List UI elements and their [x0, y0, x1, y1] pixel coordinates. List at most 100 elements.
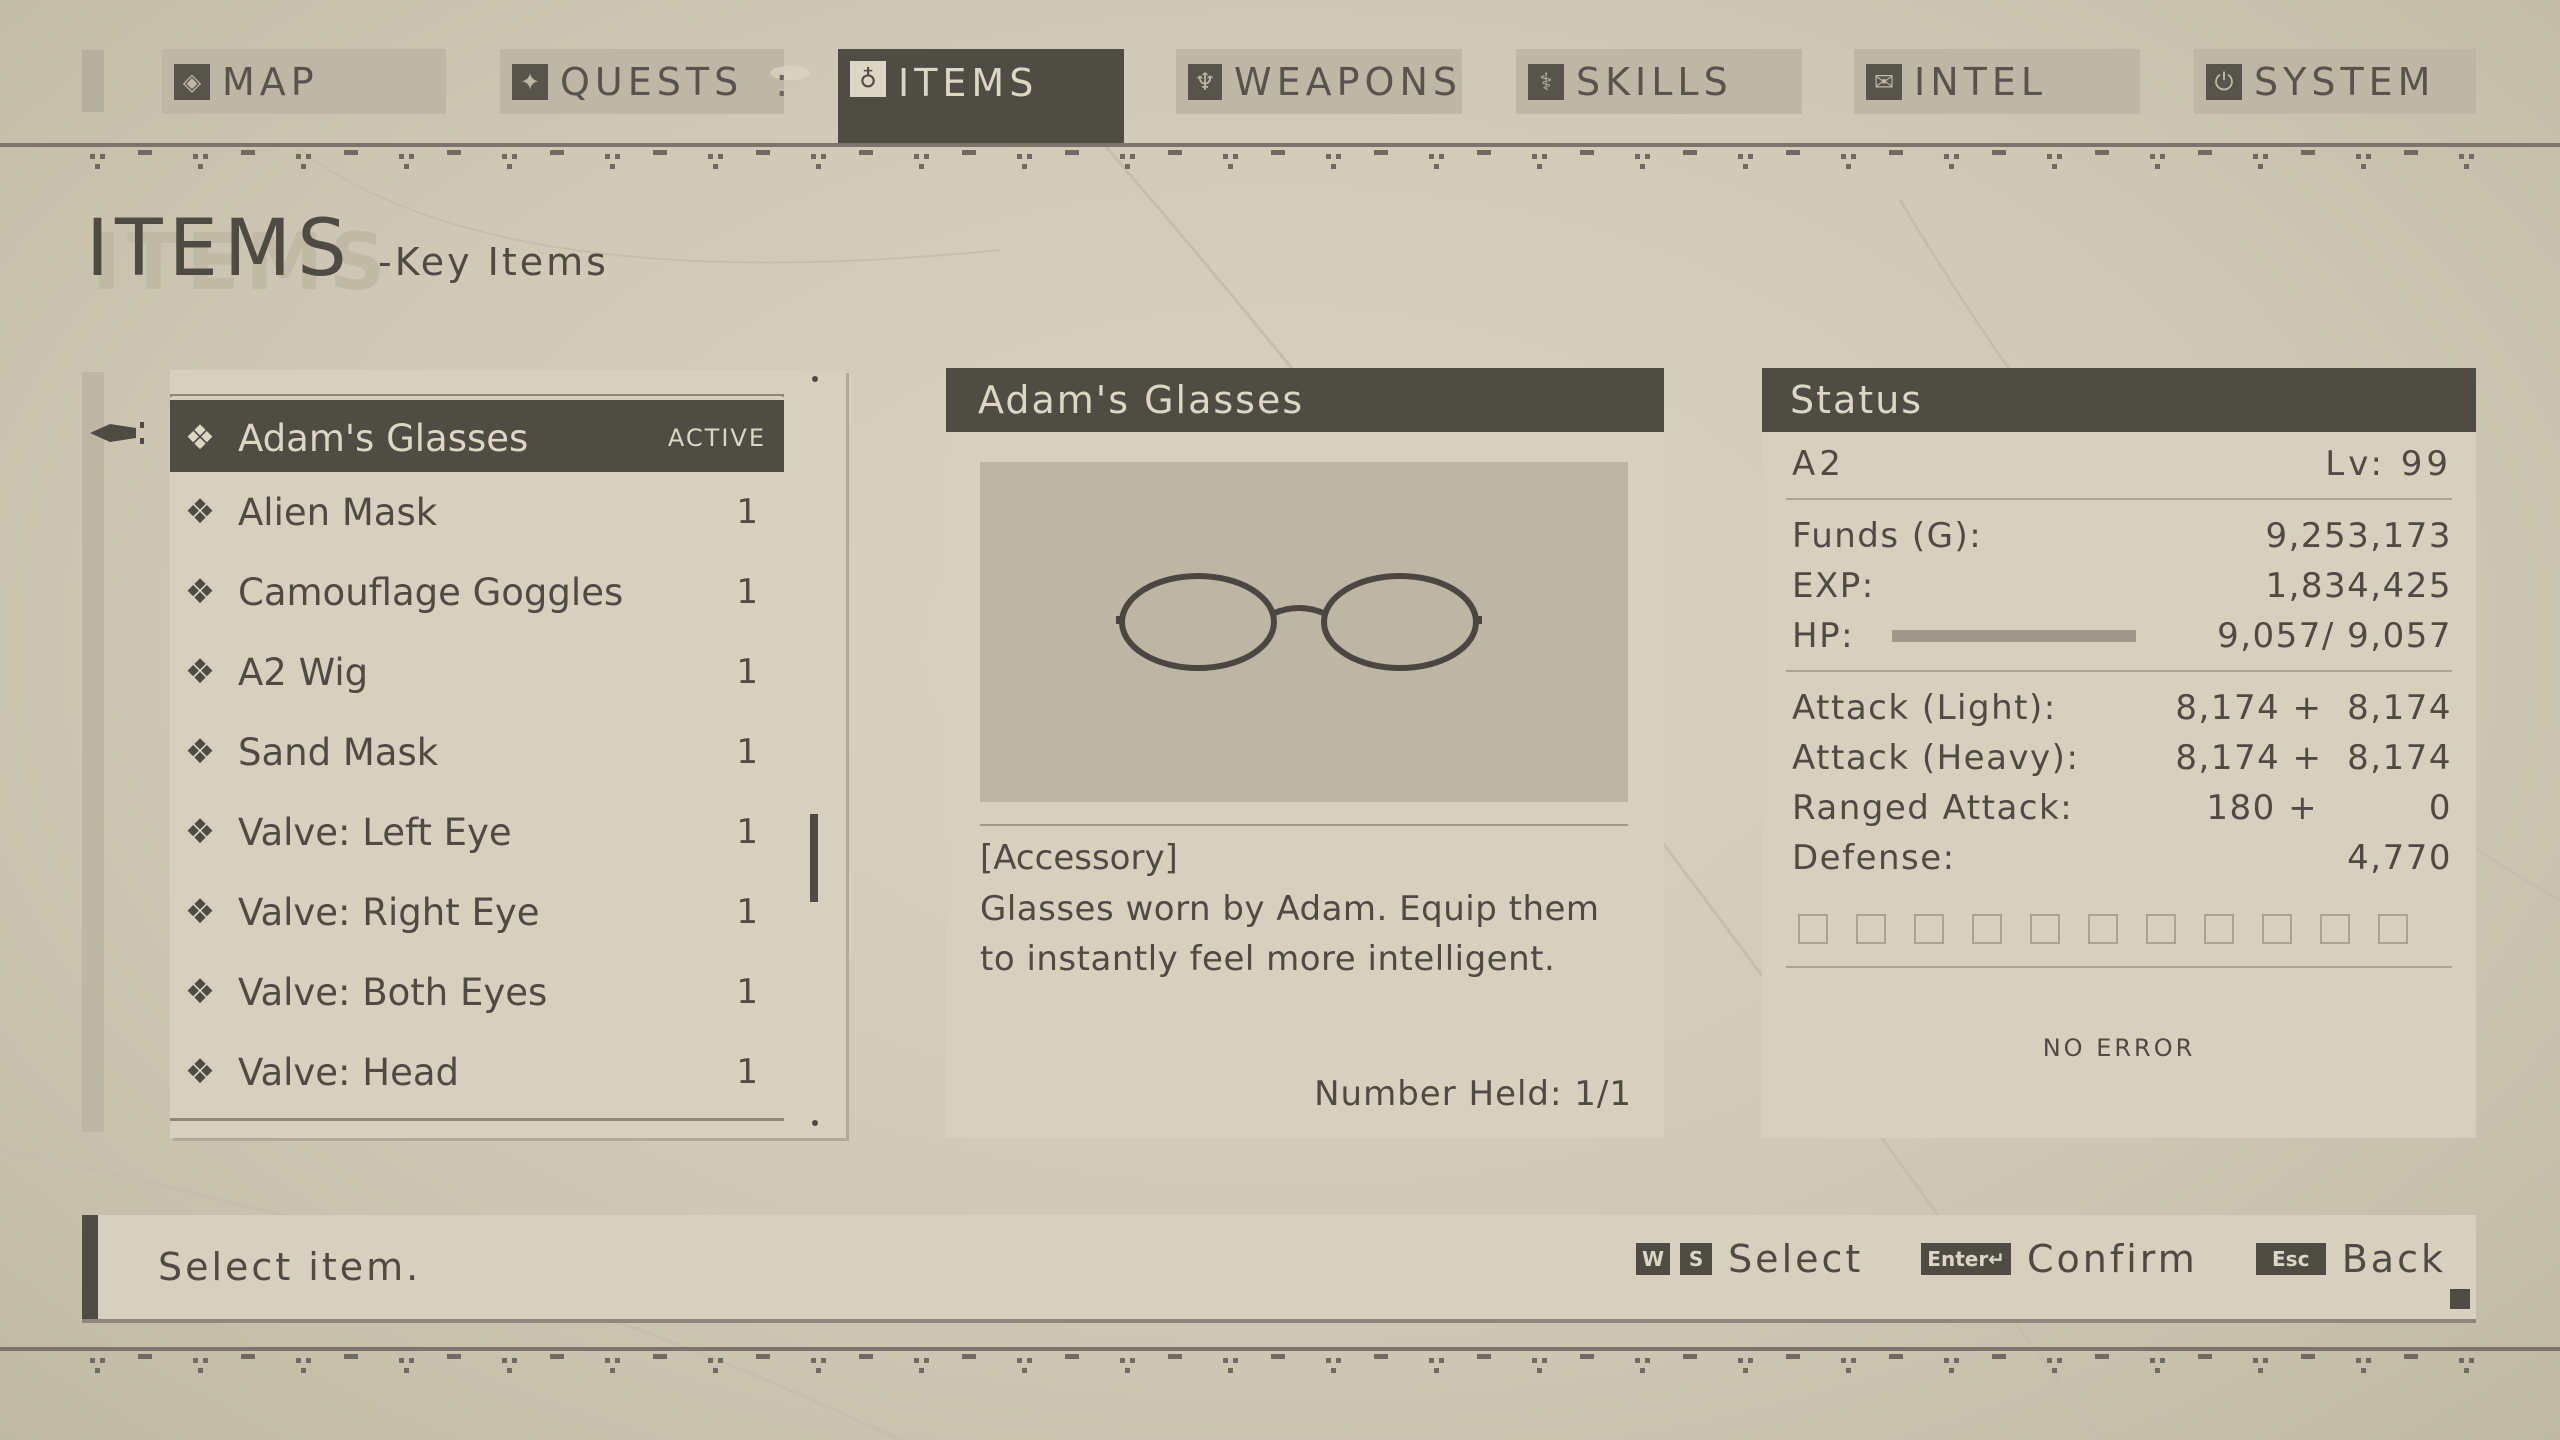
item-name: A2 Wig	[238, 650, 369, 694]
pattern-dot	[2155, 164, 2160, 169]
item-name: Valve: Left Eye	[238, 810, 512, 854]
tab-system[interactable]: ⏻ SYSTEM	[2194, 49, 2476, 114]
status-title: Status	[1762, 368, 2476, 432]
pattern-dot	[2253, 154, 2258, 159]
pattern-dash	[756, 1354, 770, 1359]
confirm-prompt[interactable]: Confirm	[2027, 1237, 2198, 1281]
pattern-dot	[2047, 154, 2052, 159]
pattern-dot	[816, 1368, 821, 1373]
pattern-dash	[344, 150, 358, 155]
pattern-dash	[344, 1354, 358, 1359]
enter-key-icon: Enter↵	[1921, 1243, 2011, 1275]
attack-heavy-label: Attack (Heavy):	[1792, 738, 2080, 778]
pattern-dot	[1223, 154, 1228, 159]
detail-divider	[980, 824, 1628, 826]
pattern-dash	[859, 150, 873, 155]
list-item-valve-head[interactable]: ❖ Valve: Head 1	[170, 1038, 784, 1106]
skills-icon: ⚕	[1528, 63, 1564, 100]
top-divider	[0, 143, 2560, 147]
pattern-dot	[2469, 1358, 2474, 1363]
pattern-dash	[2095, 150, 2109, 155]
pattern-dash	[1580, 150, 1594, 155]
system-status-text: NO ERROR	[2042, 1034, 2196, 1062]
item-name: Valve: Head	[238, 1050, 460, 1094]
list-item-valve-right-eye[interactable]: ❖ Valve: Right Eye 1	[170, 878, 784, 946]
pattern-dot	[713, 1368, 718, 1373]
item-bullet-icon: ❖	[184, 1052, 216, 1092]
list-scrollbar[interactable]	[810, 814, 818, 902]
item-name: Alien Mask	[238, 490, 438, 534]
pattern-dot	[1851, 154, 1856, 159]
item-bullet-icon: ❖	[184, 732, 216, 772]
exp-label: EXP:	[1792, 566, 1875, 606]
tab-label: ITEMS	[898, 61, 1039, 105]
status-divider	[1786, 966, 2452, 968]
pattern-dot	[708, 154, 713, 159]
tab-label: INTEL	[1914, 59, 2048, 104]
list-item-valve-both-eyes[interactable]: ❖ Valve: Both Eyes 1	[170, 958, 784, 1026]
pattern-dot	[2253, 1358, 2258, 1363]
chip-slot	[2204, 914, 2234, 944]
pattern-dot	[2459, 154, 2464, 159]
pattern-dot	[1233, 1358, 1238, 1363]
pattern-dot	[713, 164, 718, 169]
item-name: Camouflage Goggles	[238, 570, 624, 614]
list-item-sand-mask[interactable]: ❖ Sand Mask 1	[170, 718, 784, 786]
pattern-dot	[404, 164, 409, 169]
list-item-adams-glasses[interactable]: ❖ Adam's Glasses ACTIVE	[170, 400, 784, 472]
pattern-dot	[924, 1358, 929, 1363]
pattern-dot	[512, 1358, 517, 1363]
bottom-divider	[0, 1347, 2560, 1351]
pattern-dash	[2095, 1354, 2109, 1359]
tab-quests[interactable]: ✦ QUESTS	[500, 49, 784, 114]
chip-slot	[2146, 914, 2176, 944]
pattern-dot	[1532, 154, 1537, 159]
item-category: [Accessory]	[980, 838, 1178, 878]
item-description: Glasses worn by Adam. Equip them to inst…	[980, 884, 1630, 984]
pattern-dot	[301, 164, 306, 169]
list-item-a2-wig[interactable]: ❖ A2 Wig 1	[170, 638, 784, 706]
hint-bar-rule	[82, 1319, 2476, 1323]
item-status-badge: ACTIVE	[667, 424, 766, 452]
status-panel: Status A2 Lv: 99 Funds (G): 9,253,173 EX…	[1762, 368, 2476, 1138]
pattern-dot	[1027, 1358, 1032, 1363]
pattern-dash	[550, 1354, 564, 1359]
pattern-dash	[550, 150, 564, 155]
item-bullet-icon: ❖	[184, 652, 216, 692]
pattern-dot	[90, 1358, 95, 1363]
pattern-dot	[100, 1358, 105, 1363]
pattern-dot	[1537, 164, 1542, 169]
item-qty: 1	[736, 652, 758, 692]
select-prompt[interactable]: Select	[1728, 1237, 1863, 1281]
item-bullet-icon: ❖	[184, 972, 216, 1012]
pattern-dot	[198, 1368, 203, 1373]
status-divider	[1786, 498, 2452, 500]
tab-map[interactable]: ◈ MAP	[162, 49, 446, 114]
list-rail	[82, 372, 104, 1132]
status-divider	[1786, 670, 2452, 672]
pattern-dot	[1120, 154, 1125, 159]
pattern-dot	[1429, 154, 1434, 159]
pattern-dash	[653, 1354, 667, 1359]
pattern-dot	[919, 1368, 924, 1373]
list-item-valve-left-eye[interactable]: ❖ Valve: Left Eye 1	[170, 798, 784, 866]
tab-items[interactable]: ♁ ITEMS	[838, 49, 1124, 144]
list-item-camouflage-goggles[interactable]: ❖ Camouflage Goggles 1	[170, 558, 784, 626]
back-prompt[interactable]: Back	[2342, 1237, 2446, 1281]
pattern-dash	[1374, 150, 1388, 155]
tab-intel[interactable]: ✉ INTEL	[1854, 49, 2140, 114]
list-item-alien-mask[interactable]: ❖ Alien Mask 1	[170, 478, 784, 546]
pattern-dot	[821, 1358, 826, 1363]
pattern-dot	[409, 154, 414, 159]
pattern-dot	[816, 164, 821, 169]
item-detail-panel: Adam's Glasses [Accessory] Glasses worn …	[946, 368, 1664, 1138]
pattern-dot	[1336, 1358, 1341, 1363]
chip-slot	[2088, 914, 2118, 944]
pattern-dot	[2464, 1368, 2469, 1373]
pattern-dot	[1640, 164, 1645, 169]
pattern-dash	[1168, 1354, 1182, 1359]
pattern-dot	[1120, 1358, 1125, 1363]
tab-skills[interactable]: ⚕ SKILLS	[1516, 49, 1802, 114]
tab-weapons[interactable]: ♆ WEAPONS	[1176, 49, 1462, 114]
pattern-dot	[1017, 1358, 1022, 1363]
